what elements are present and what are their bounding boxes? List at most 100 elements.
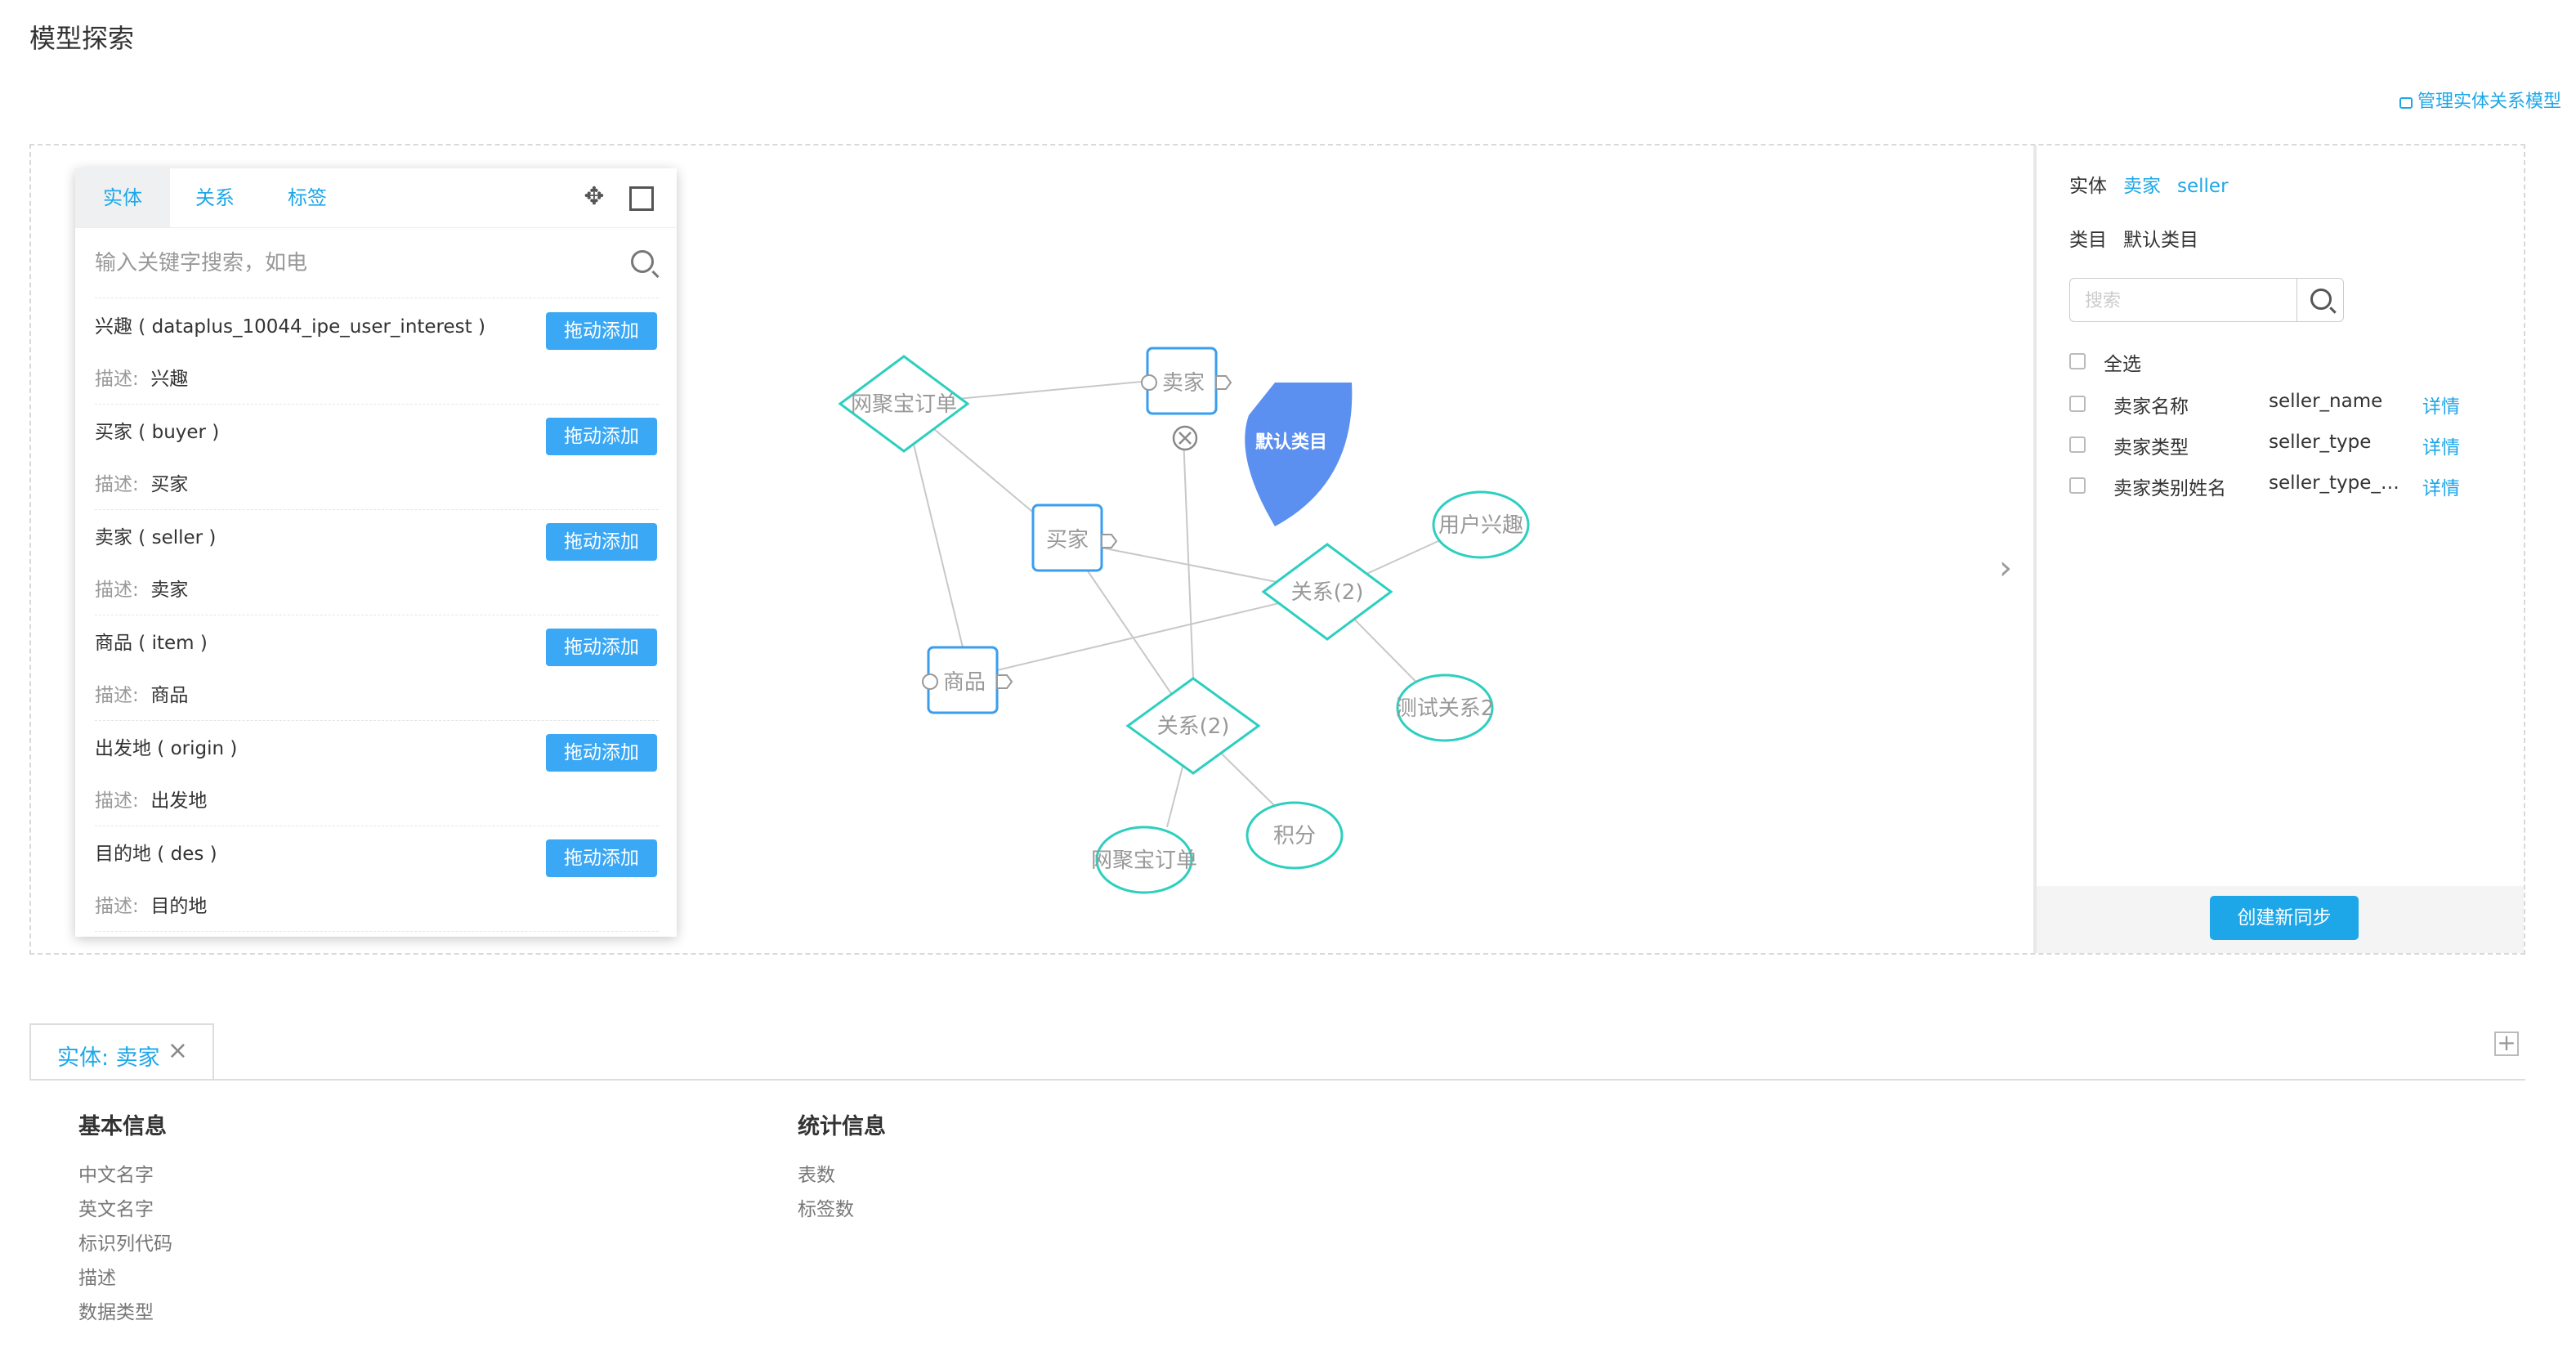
drag-add-button[interactable]: 拖动添加 [546,418,657,455]
node-item-label: 商品 [943,670,986,695]
add-tab-icon[interactable]: + [2494,1032,2519,1056]
entity-title: 出发地 ( origin ) [95,738,238,759]
stats-info-item: 标签数 [798,1199,854,1220]
close-icon[interactable]: × [168,1036,188,1065]
entity-list-item[interactable]: 目的地 ( des ) 拖动添加 描述: 目的地 [95,826,659,932]
entity-en-link[interactable]: seller [2177,176,2229,197]
link-icon [922,674,938,690]
stats-info-item: 表数 [798,1165,835,1186]
node-relation-center-label: 关系(2) [1157,714,1230,739]
field-detail-link[interactable]: 详情 [2422,432,2460,459]
entity-title: 买家 ( buyer ) [95,422,220,443]
page-title: 模型探索 [29,23,135,54]
category-popup-wedge[interactable] [1245,383,1353,526]
basic-info-item: 数据类型 [78,1302,154,1323]
entity-list-item[interactable]: 买家 ( buyer ) 拖动添加 描述: 买家 [95,405,659,510]
tab-divider [29,1079,2525,1081]
tag-icon [1215,375,1232,390]
field-row[interactable]: 卖家类型 seller_type 详情 [2069,432,2494,464]
entity-list-item[interactable]: 兴趣 ( dataplus_10044_ipe_user_interest ) … [95,299,659,405]
entity-title: 兴趣 ( dataplus_10044_ipe_user_interest ) [95,316,485,338]
entity-info-row: 实体 卖家 seller [2069,170,2229,198]
entity-list-item[interactable]: 卖家 ( seller ) 拖动添加 描述: 卖家 [95,510,659,615]
move-icon[interactable]: ✥ [580,183,608,211]
entity-title: 商品 ( item ) [95,633,208,654]
entity-search-input[interactable] [95,229,585,298]
select-all-label: 全选 [2104,354,2141,375]
entity-graph[interactable]: 默认类目 网聚宝订单 卖家 买家 商品 关系(2) 关系(2) 用户兴趣 测试关… [817,327,1553,915]
field-checkbox[interactable] [2069,436,2086,453]
field-row[interactable]: 卖家类别姓名 seller_type_n... 详情 [2069,472,2494,505]
field-detail-link[interactable]: 详情 [2422,472,2460,500]
tab-entity[interactable]: 实体 [75,168,170,227]
category-label: 类目 [2069,230,2107,251]
node-points-label: 积分 [1273,824,1316,848]
node-test-relation[interactable]: 测试关系2 [1396,674,1495,742]
field-en-name: seller_type_n... [2269,472,2408,494]
model-icon [2399,97,2413,109]
node-relation-center[interactable]: 关系(2) [1125,677,1261,775]
field-search-input[interactable] [2083,279,2299,323]
basic-info-item: 中文名字 [78,1165,154,1186]
entity-list-item[interactable]: 商品 ( item ) 拖动添加 描述: 商品 [95,615,659,721]
tag-icon [1101,534,1118,548]
tab-tag[interactable]: 标签 [260,168,355,227]
category-popup-label: 默认类目 [1255,432,1327,453]
node-test-relation-label: 测试关系2 [1396,696,1495,721]
category-row: 类目 默认类目 [2069,224,2198,252]
manage-model-label: 管理实体关系模型 [2417,92,2561,112]
entity-desc: 描述: 目的地 [95,896,208,917]
tab-relation[interactable]: 关系 [170,168,260,227]
node-relation-right-label: 关系(2) [1291,580,1364,605]
entity-cn-link[interactable]: 卖家 [2123,176,2161,197]
field-search-button[interactable] [2296,279,2343,321]
drag-add-button[interactable]: 拖动添加 [546,312,657,350]
select-all-checkbox[interactable] [2069,353,2086,369]
basic-info-item: 描述 [78,1268,116,1289]
field-row[interactable]: 卖家名称 seller_name 详情 [2069,391,2494,423]
field-checkbox[interactable] [2069,396,2086,412]
select-all-row[interactable]: 全选 [2069,348,2494,381]
field-search-box [2069,278,2344,323]
category-value: 默认类目 [2123,230,2198,251]
field-cn-name: 卖家类别姓名 [2113,478,2226,499]
link-icon [1141,374,1157,391]
node-order-top[interactable]: 网聚宝订单 [838,355,970,453]
node-points[interactable]: 积分 [1246,801,1344,870]
entity-desc: 描述: 兴趣 [95,369,189,390]
entity-list-item[interactable]: 出发地 ( origin ) 拖动添加 描述: 出发地 [95,721,659,826]
drag-add-button[interactable]: 拖动添加 [546,839,657,877]
create-sync-button[interactable]: 创建新同步 [2210,896,2359,940]
node-seller-label: 卖家 [1162,371,1205,396]
entity-label: 实体 [2069,176,2107,197]
search-icon[interactable] [631,250,654,273]
fullscreen-icon[interactable] [629,186,654,211]
entity-search-row [95,229,659,298]
node-buyer[interactable]: 买家 [1031,503,1118,572]
field-checkbox[interactable] [2069,477,2086,494]
stats-info-title: 统计信息 [798,1114,886,1139]
entity-panel-tabs: 实体 关系 标签 ✥ [75,168,677,228]
chevron-right-icon[interactable]: › [1999,549,2012,587]
drag-add-button[interactable]: 拖动添加 [546,629,657,666]
basic-info-item: 英文名字 [78,1199,154,1220]
tab-entity-seller-label: 实体: 卖家 [57,1045,160,1071]
drag-add-button[interactable]: 拖动添加 [546,523,657,561]
entity-detail-panel: 实体卖家 seller 类目默认类目 全选 卖家名称 seller_name 详情… [2033,145,2524,953]
node-item[interactable]: 商品 [922,646,1013,714]
node-relation-right[interactable]: 关系(2) [1261,543,1393,641]
field-cn-name: 卖家类型 [2113,437,2189,459]
field-detail-link[interactable]: 详情 [2422,391,2460,418]
remove-node-icon[interactable] [1172,425,1198,451]
entity-title: 目的地 ( des ) [95,844,217,865]
node-order-bottom[interactable]: 网聚宝订单 [1091,826,1197,894]
drag-add-button[interactable]: 拖动添加 [546,734,657,772]
basic-info-item: 标识列代码 [78,1233,172,1255]
tag-icon [996,674,1013,689]
entity-title: 卖家 ( seller ) [95,527,217,548]
node-user-interest[interactable]: 用户兴趣 [1432,490,1530,559]
node-seller[interactable]: 卖家 [1141,347,1232,415]
manage-model-link[interactable]: 管理实体关系模型 [2399,87,2561,113]
basic-info-title: 基本信息 [78,1114,167,1139]
tab-entity-seller[interactable]: 实体: 卖家 × [29,1023,214,1081]
